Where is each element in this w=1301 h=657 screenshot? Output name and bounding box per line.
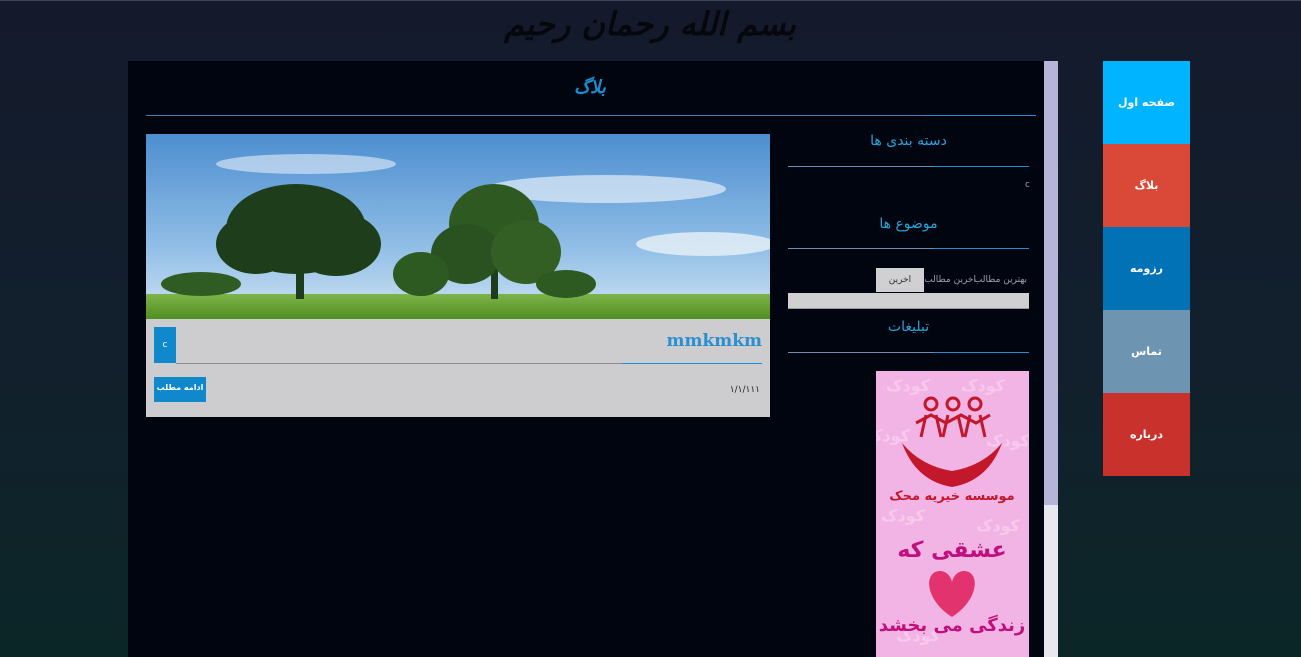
ad-watermark-text: کودک: [976, 516, 1021, 535]
topics-divider: [788, 248, 1029, 249]
ads-divider: [788, 352, 1029, 353]
ad-watermark-text: کودک: [876, 426, 911, 445]
mahak-logo-icon: [915, 396, 991, 438]
ad-banner[interactable]: کودک کودک کودک کودک کودک کودک کودک موسسه…: [876, 371, 1029, 657]
category-item[interactable]: c: [1010, 180, 1030, 190]
ad-slogan-line2: زندگی می بخشد: [879, 614, 1026, 636]
post-date: ۱/۱/۱۱۱: [729, 385, 760, 395]
comment-count-button[interactable]: c: [154, 327, 176, 363]
tab-latest-comments[interactable]: اخرین نظرات: [876, 268, 924, 309]
categories-divider: [788, 166, 1029, 167]
categories-title: دسته بندی ها: [870, 133, 947, 149]
page-title: بلاگ: [574, 77, 606, 98]
heart-icon: [929, 571, 975, 617]
ad-org-name: موسسه خیریه محک: [889, 489, 1014, 504]
post-card: mmkmkm c ۱/۱/۱۱۱ ادامه مطلب: [146, 319, 770, 417]
topics-tab-panel: [788, 293, 1029, 309]
topics-title: موضوع ها: [879, 216, 938, 232]
tab-best-posts[interactable]: بهترین مطالب: [974, 268, 1027, 292]
post-title[interactable]: mmkmkm: [666, 331, 762, 351]
scrollbar-thumb[interactable]: [1044, 61, 1058, 505]
ads-title: تبلیغات: [887, 319, 930, 335]
post-image[interactable]: [146, 134, 770, 319]
nav-item-home[interactable]: صفحه اول: [1103, 61, 1190, 144]
ad-watermark-text: کودک: [881, 506, 926, 525]
main-nav: صفحه اول بلاگ رزومه تماس درباره: [1103, 61, 1190, 476]
post-divider: [176, 363, 762, 364]
nav-item-contact[interactable]: تماس: [1103, 310, 1190, 393]
ad-watermark-text: کودک: [961, 376, 1006, 395]
landscape-image: [146, 134, 770, 319]
ad-watermark-text: کودک: [986, 431, 1029, 450]
nav-item-blog[interactable]: بلاگ: [1103, 144, 1190, 227]
nav-item-about[interactable]: درباره: [1103, 393, 1190, 476]
tab-latest-posts[interactable]: اخرین مطالب: [924, 268, 976, 292]
read-more-button[interactable]: ادامه مطلب: [154, 377, 206, 402]
site-title: بسم الله رحمان رحیم: [504, 5, 796, 43]
title-divider: [146, 115, 1036, 116]
nav-item-resume[interactable]: رزومه: [1103, 227, 1190, 310]
top-border: [0, 0, 1301, 1]
topics-tabs: بهترین مطالب اخرین مطالب اخرین نظرات: [788, 268, 1029, 309]
scrollbar[interactable]: [1044, 61, 1058, 657]
ad-slogan-line1: عشقی که: [897, 538, 1006, 563]
charity-ad-graphic: کودک کودک کودک کودک کودک کودک کودک موسسه…: [876, 376, 1029, 645]
ad-watermark-text: کودک: [886, 376, 931, 395]
